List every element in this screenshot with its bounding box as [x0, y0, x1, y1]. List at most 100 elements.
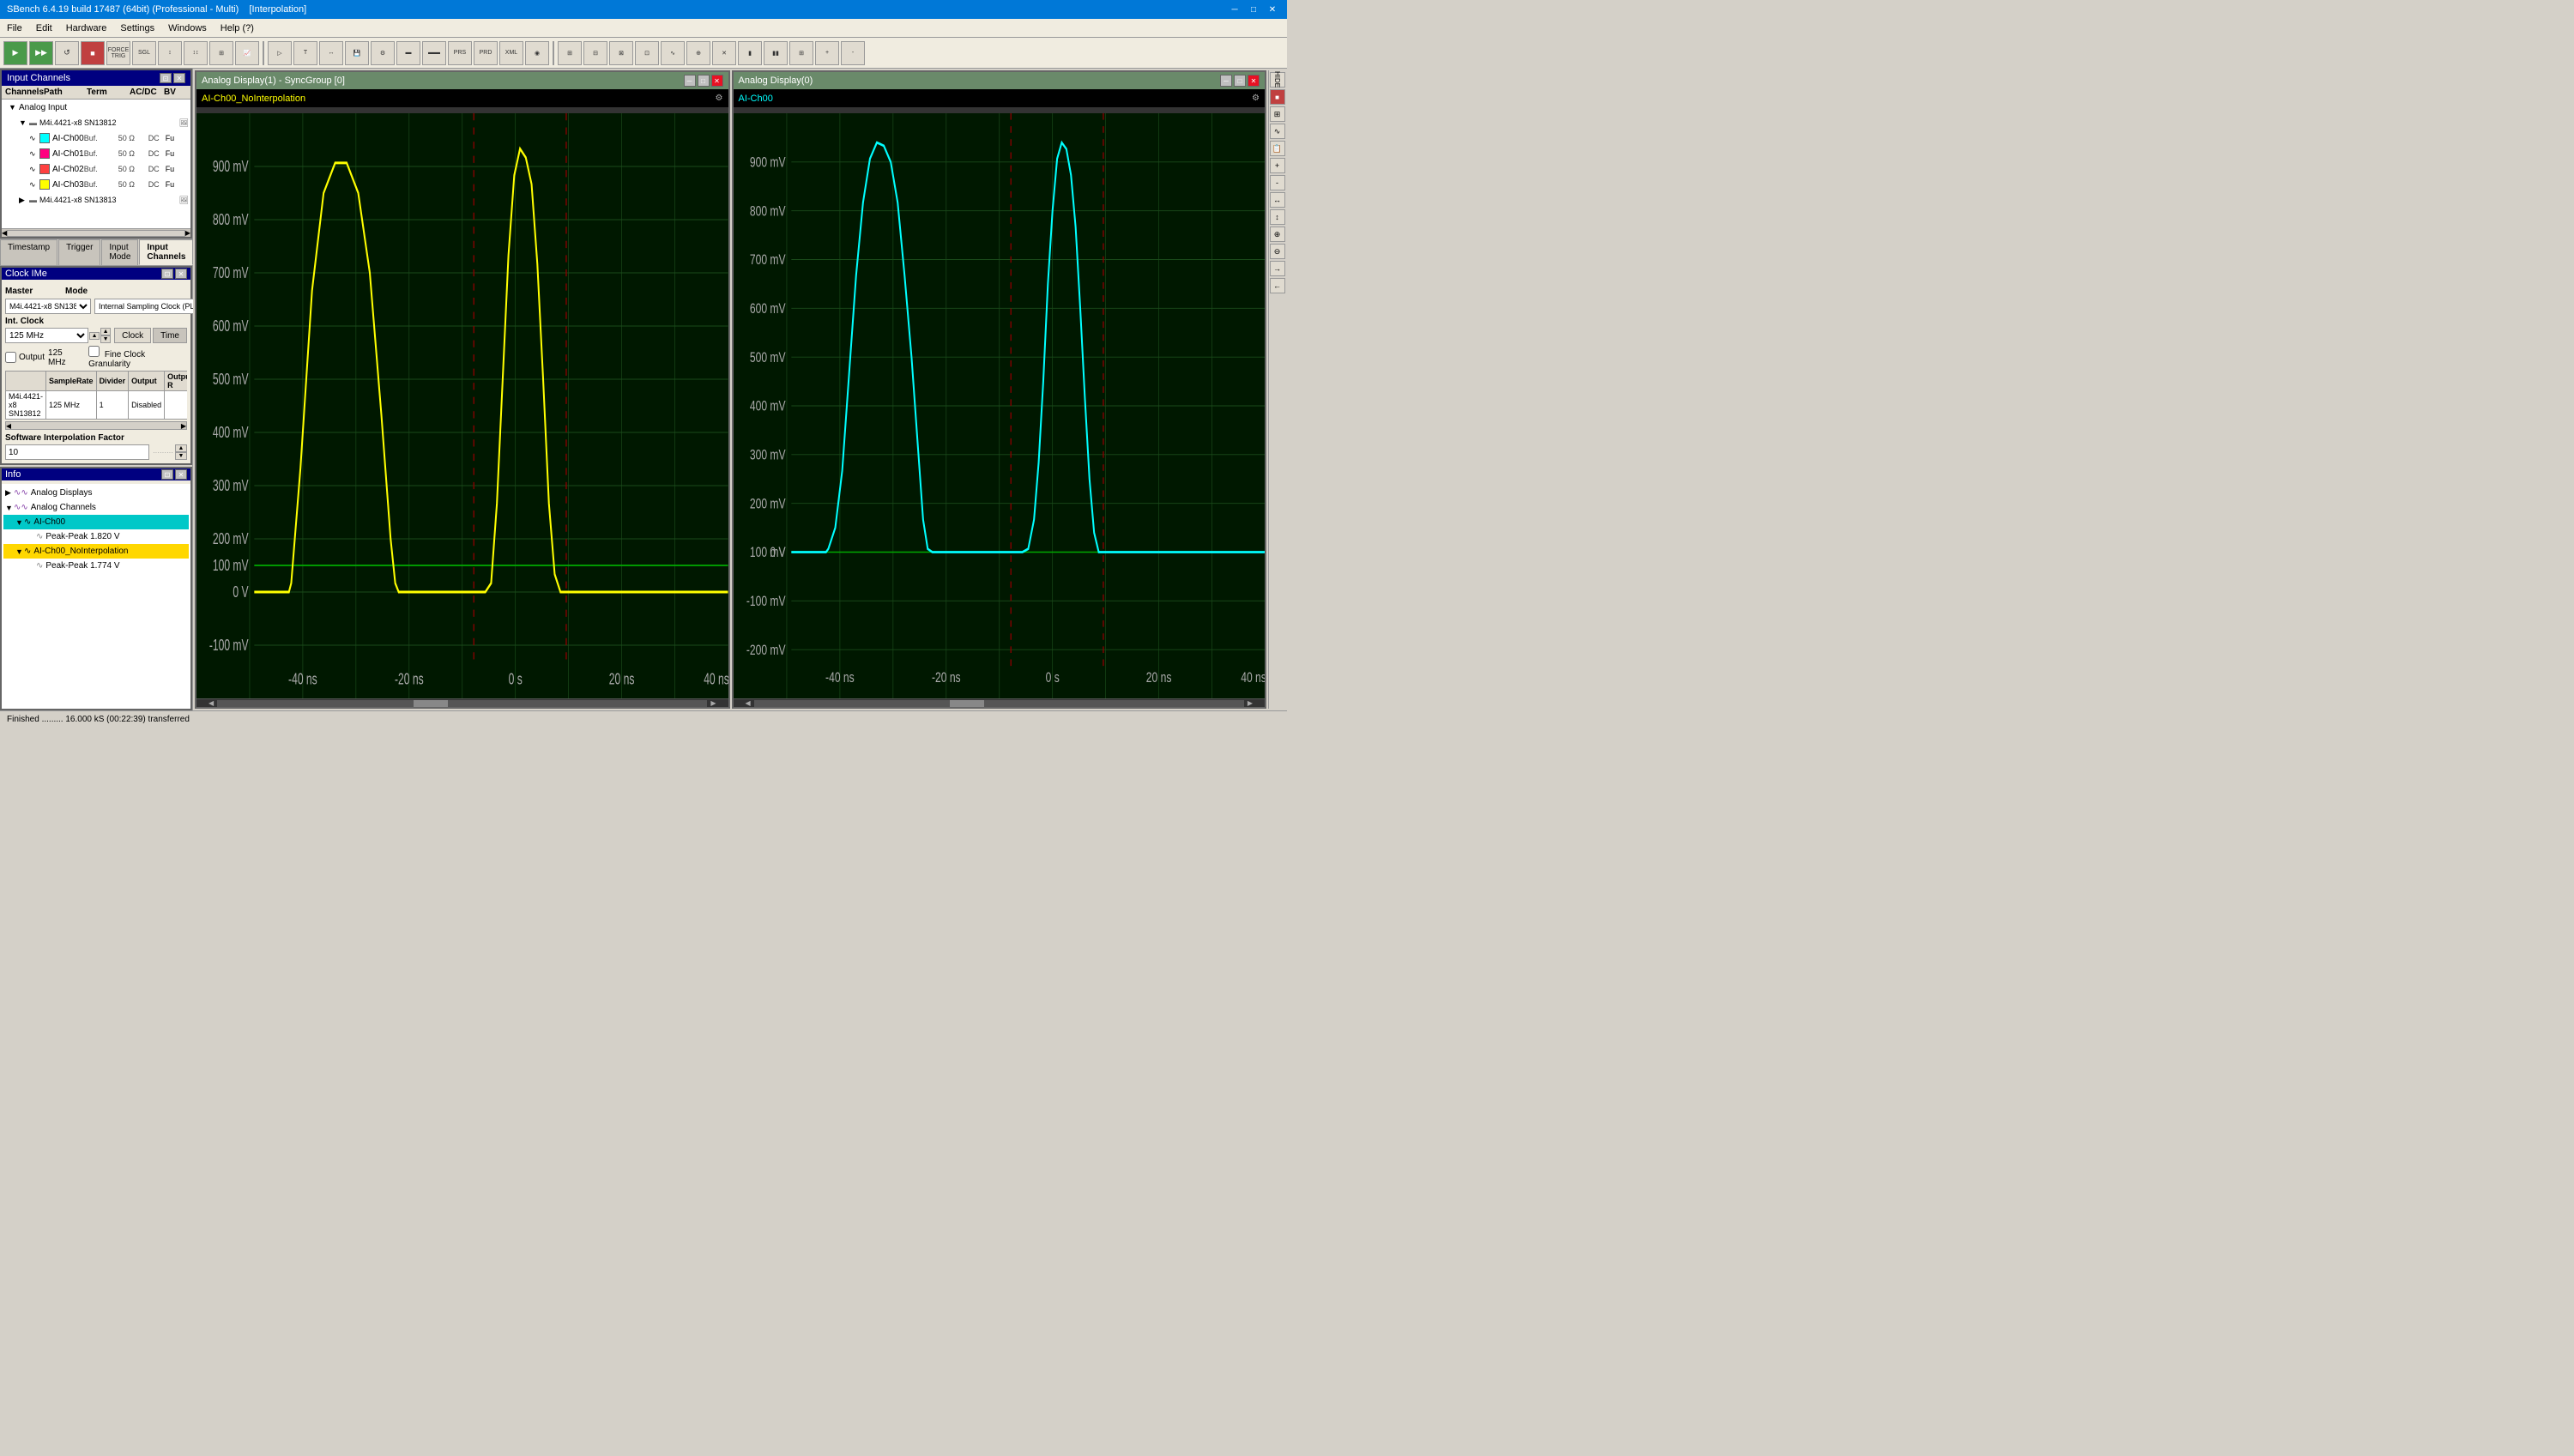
info-restore-btn[interactable]: ⊡ [161, 469, 173, 480]
osc1-scroll-thumb[interactable] [414, 700, 448, 707]
interp-down-btn[interactable]: ▼ [175, 452, 187, 460]
osc1-plot[interactable]: 900 mV 800 mV 700 mV 600 mV 500 mV 400 m… [196, 113, 728, 698]
osc2-minimize-btn[interactable]: ─ [1220, 75, 1232, 87]
tb-btn7[interactable]: ↕↕ [184, 41, 208, 65]
osc2-settings-icon[interactable]: ⚙ [1252, 94, 1260, 103]
tb-btn10[interactable]: ▷ [268, 41, 292, 65]
osc1-maximize-btn[interactable]: □ [698, 75, 710, 87]
info-ai-ch00[interactable]: ▼ ∿ AI-Ch00 [3, 515, 189, 529]
tb-btn29[interactable]: ▮▮ [764, 41, 788, 65]
tb-btn25[interactable]: ∿ [661, 41, 685, 65]
rs-btn-5[interactable]: + [1270, 158, 1285, 173]
tb-btn30[interactable]: ⊞ [789, 41, 813, 65]
clock-scroll-track[interactable] [11, 422, 181, 429]
rs-btn-8[interactable]: ↕ [1270, 209, 1285, 225]
osc1-scroll-right[interactable]: ▶ [710, 699, 716, 707]
osc1-settings-icon[interactable]: ⚙ [716, 94, 723, 103]
clock-action-btn[interactable]: Clock [114, 328, 151, 343]
clock-hscrollbar[interactable]: ◀ ▶ [5, 421, 187, 430]
info-analog-channels[interactable]: ▼ ∿∿ Analog Channels [3, 500, 189, 515]
scroll-right-arrow[interactable]: ▶ [185, 229, 190, 237]
tb-btn14[interactable]: ⚙ [371, 41, 395, 65]
tab-timestamp[interactable]: Timestamp [0, 239, 57, 265]
tb-btn21[interactable]: ⊞ [558, 41, 582, 65]
ai-ch00-row[interactable]: ∿ AI-Ch00 Buf. 50 Ω DC Fu [2, 130, 190, 146]
clock-freq-select[interactable]: 125 MHz [5, 328, 88, 343]
tb-btn17[interactable]: PRS [448, 41, 472, 65]
close-button[interactable]: ✕ [1265, 3, 1280, 16]
tb-btn13[interactable]: 💾 [345, 41, 369, 65]
device1-row[interactable]: ▼ ▬ M4i.4421-x8 SN13812 🖼 [2, 115, 190, 130]
rs-btn-4[interactable]: 📋 [1270, 141, 1285, 156]
osc2-plot[interactable]: 900 mV 800 mV 700 mV 600 mV 500 mV 400 m… [734, 113, 1266, 698]
ai-ch03-row[interactable]: ∿ AI-Ch03 Buf. 50 Ω DC Fu [2, 177, 190, 192]
interp-up-btn[interactable]: ▲ [175, 444, 187, 452]
clock-restore-btn[interactable]: ⊡ [161, 269, 173, 279]
osc2-scroll-left[interactable]: ◀ [746, 699, 751, 707]
rs-btn-10[interactable]: ⊖ [1270, 244, 1285, 259]
osc1-scroll-left[interactable]: ◀ [208, 699, 214, 707]
tb-btn8[interactable]: ⊞ [209, 41, 233, 65]
clock-close-btn[interactable]: ✕ [175, 269, 187, 279]
menu-settings[interactable]: Settings [113, 21, 161, 35]
info-close-btn[interactable]: ✕ [175, 469, 187, 480]
osc2-close-btn[interactable]: ✕ [1248, 75, 1260, 87]
menu-help[interactable]: Help (?) [214, 21, 261, 35]
osc2-hscrollbar[interactable]: ◀ ▶ [734, 698, 1266, 707]
clock-up-btn2[interactable]: ▲ [100, 328, 111, 335]
tb-btn11[interactable]: T [293, 41, 317, 65]
menu-hardware[interactable]: Hardware [59, 21, 114, 35]
osc1-close-btn[interactable]: ✕ [711, 75, 723, 87]
fine-clock-checkbox[interactable] [88, 346, 100, 357]
tb-btn24[interactable]: ⊡ [635, 41, 659, 65]
info-ai-ch00-nointerpol[interactable]: ▼ ∿ AI-Ch00_NoInterpolation [3, 544, 189, 559]
info-analog-displays[interactable]: ▶ ∿∿ Analog Displays [3, 486, 189, 500]
osc2-maximize-btn[interactable]: □ [1234, 75, 1246, 87]
rs-btn-6[interactable]: - [1270, 175, 1285, 190]
tb-btn28[interactable]: ▮ [738, 41, 762, 65]
menu-windows[interactable]: Windows [161, 21, 214, 35]
osc2-scroll-track[interactable] [754, 700, 1244, 707]
osc2-scroll-right[interactable]: ▶ [1248, 699, 1253, 707]
tb-run-multi[interactable]: ▶▶ [29, 41, 53, 65]
tb-force[interactable]: FORCE TRIG [106, 41, 130, 65]
tb-btn22[interactable]: ⊟ [583, 41, 607, 65]
info-peak1[interactable]: ∿ Peak-Peak 1.820 V [3, 529, 189, 544]
rs-btn-7[interactable]: ↔ [1270, 192, 1285, 208]
tb-single[interactable]: SGL [132, 41, 156, 65]
tb-btn6[interactable]: ↕ [158, 41, 182, 65]
ai-ch02-row[interactable]: ∿ AI-Ch02 Buf. 50 Ω DC Fu [2, 161, 190, 177]
tb-btn20[interactable]: ◉ [525, 41, 549, 65]
rs-btn-2[interactable]: ⊞ [1270, 106, 1285, 122]
menu-file[interactable]: File [0, 21, 29, 35]
output-checkbox[interactable] [5, 352, 16, 363]
rs-btn-9[interactable]: ⊕ [1270, 227, 1285, 242]
clock-up-btn[interactable]: ▲ [89, 332, 100, 340]
clock-scroll-right[interactable]: ▶ [181, 422, 186, 430]
tb-btn27[interactable]: ✕ [712, 41, 736, 65]
ic-close-btn[interactable]: ✕ [173, 73, 185, 83]
tb-stop[interactable]: ■ [81, 41, 105, 65]
analog-input-group[interactable]: ▼ Analog Input [2, 100, 190, 115]
clock-down-btn[interactable]: ▼ [100, 335, 111, 343]
ai-ch01-row[interactable]: ∿ AI-Ch01 Buf. 50 Ω DC Fu [2, 146, 190, 161]
rs-btn-hide[interactable]: HIDE [1270, 72, 1285, 88]
rs-btn-1[interactable]: ■ [1270, 89, 1285, 105]
menu-edit[interactable]: Edit [29, 21, 59, 35]
tab-trigger[interactable]: Trigger [58, 239, 100, 265]
h-scroll-track[interactable] [7, 230, 185, 237]
tab-input-channels[interactable]: Input Channels [139, 239, 193, 265]
osc1-minimize-btn[interactable]: ─ [684, 75, 696, 87]
tb-btn26[interactable]: ⊕ [686, 41, 710, 65]
tb-btn18[interactable]: PRD [474, 41, 498, 65]
tb-btn16[interactable]: ▬▬ [422, 41, 446, 65]
minimize-button[interactable]: ─ [1227, 3, 1242, 16]
time-action-btn[interactable]: Time [153, 328, 187, 343]
master-select[interactable]: M4i.4421-x8 SN13813 [5, 299, 91, 314]
osc1-hscrollbar[interactable]: ◀ ▶ [196, 698, 728, 707]
tb-btn32[interactable]: - [841, 41, 865, 65]
tb-btn31[interactable]: + [815, 41, 839, 65]
tb-btn15[interactable]: ▬ [396, 41, 420, 65]
rs-btn-11[interactable]: → [1270, 261, 1285, 276]
rs-btn-12[interactable]: ← [1270, 278, 1285, 293]
